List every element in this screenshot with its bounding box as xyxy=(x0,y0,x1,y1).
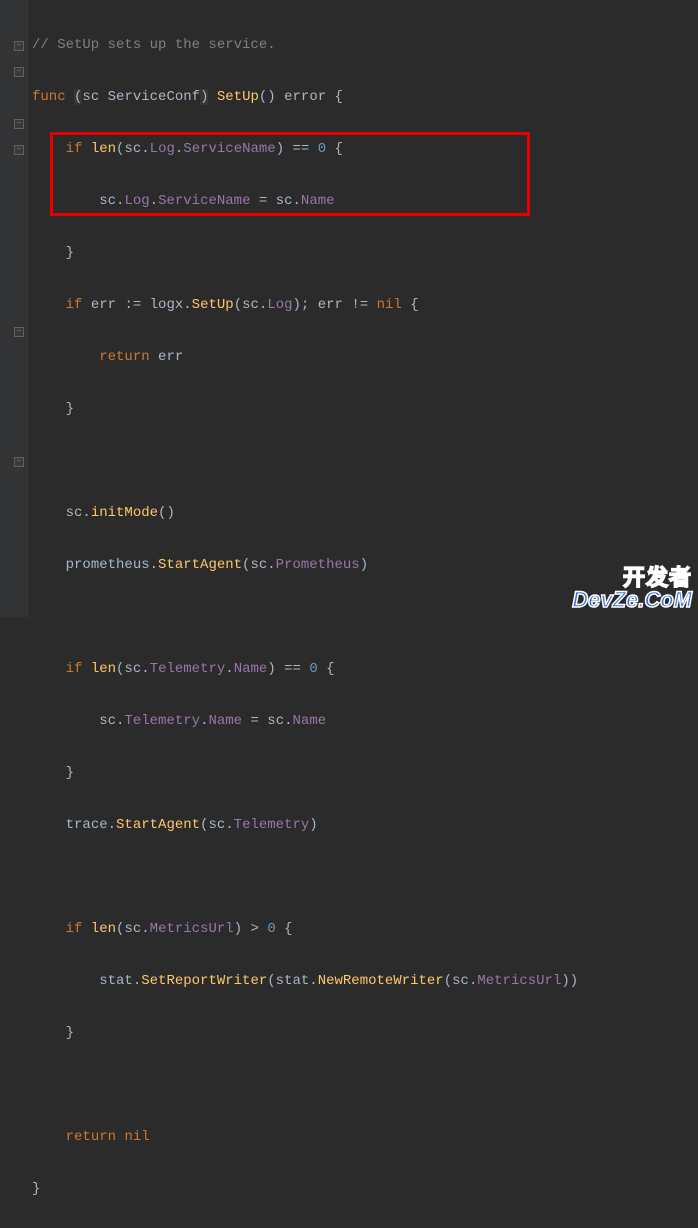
fold-marker[interactable]: − xyxy=(14,119,24,129)
code-editor[interactable]: // SetUp sets up the service. func (sc S… xyxy=(32,6,698,1228)
fold-marker[interactable]: − xyxy=(14,67,24,77)
code-line: trace.StartAgent(sc.Telemetry) xyxy=(32,812,698,838)
code-line: } xyxy=(32,760,698,786)
code-line: prometheus.StartAgent(sc.Prometheus) xyxy=(32,552,698,578)
code-line: if len(sc.Telemetry.Name) == 0 { xyxy=(32,656,698,682)
code-line: } xyxy=(32,1176,698,1202)
code-line xyxy=(32,448,698,474)
code-line: if len(sc.MetricsUrl) > 0 { xyxy=(32,916,698,942)
code-line: } xyxy=(32,240,698,266)
code-line: if len(sc.Log.ServiceName) == 0 { xyxy=(32,136,698,162)
code-line: sc.Log.ServiceName = sc.Name xyxy=(32,188,698,214)
fold-marker[interactable]: − xyxy=(14,327,24,337)
code-line xyxy=(32,604,698,630)
code-line: return err xyxy=(32,344,698,370)
code-line: sc.initMode() xyxy=(32,500,698,526)
fold-marker[interactable]: − xyxy=(14,457,24,467)
fold-marker[interactable]: − xyxy=(14,41,24,51)
code-line: stat.SetReportWriter(stat.NewRemoteWrite… xyxy=(32,968,698,994)
code-line xyxy=(32,864,698,890)
fold-marker[interactable]: − xyxy=(14,145,24,155)
code-line: sc.Telemetry.Name = sc.Name xyxy=(32,708,698,734)
code-line xyxy=(32,1072,698,1098)
code-line: func (sc ServiceConf) SetUp() error { xyxy=(32,84,698,110)
code-line: // SetUp sets up the service. xyxy=(32,32,698,58)
code-line: } xyxy=(32,1020,698,1046)
gutter: − − − − − − xyxy=(0,0,28,617)
code-line: return nil xyxy=(32,1124,698,1150)
comment-text: // SetUp sets up the service. xyxy=(32,37,276,53)
code-line: if err := logx.SetUp(sc.Log); err != nil… xyxy=(32,292,698,318)
code-line: } xyxy=(32,396,698,422)
